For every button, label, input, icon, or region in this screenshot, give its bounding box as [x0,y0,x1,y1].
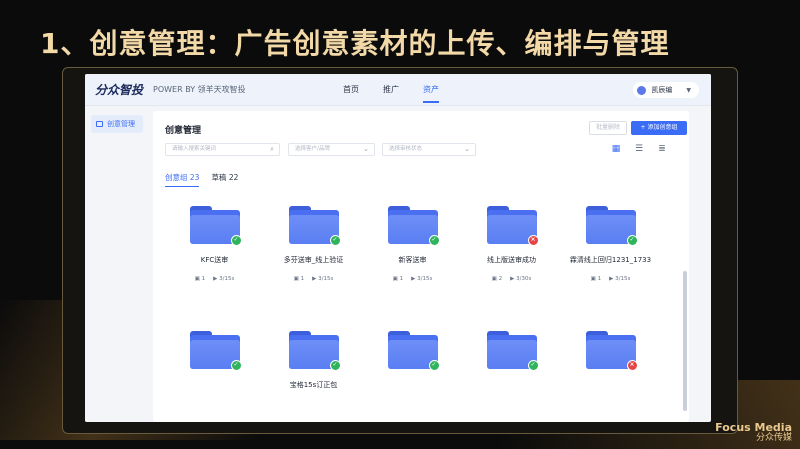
tabs: 创意组 23 草稿 22 [165,172,250,187]
creative-group-card[interactable]: ✓ 霖清线上回归1231_1733 ▣ 1 ▶ 3/15s [561,206,660,282]
folder-icon [96,121,103,127]
scrollbar[interactable] [683,271,687,411]
add-creative-group-button[interactable]: + 添加创意组 [631,121,687,135]
nav-item-promotion[interactable]: 推广 [383,74,399,106]
folder-icon: ✓ [189,206,242,246]
slide-title: 1、创意管理：广告创意素材的上传、编排与管理 [40,27,670,60]
tab-creative-groups[interactable]: 创意组 23 [165,172,200,187]
card-meta: ▣ 1 ▶ 3/15s [363,276,462,282]
chevron-down-icon: ▼ [686,86,691,94]
folder-icon: × [585,331,638,371]
view-switcher: ▦ ☰ ≣ [610,145,668,154]
card-meta: ▣ 2 ▶ 3/30s [462,276,561,282]
user-menu[interactable]: 凯辰编 ▼ [633,82,699,98]
nav-item-home[interactable]: 首页 [343,74,359,106]
grid-view-icon[interactable]: ▦ [610,145,622,154]
creative-group-card[interactable]: ✓ KFC送审 ▣ 1 ▶ 3/15s [165,206,264,282]
chevron-down-icon: ⌄ [464,145,470,153]
card-name: KFC送审 [200,256,229,264]
image-count: ▣ 1 [194,276,206,282]
creative-group-card[interactable]: ✓ 多芬送审_线上验证 ▣ 1 ▶ 3/15s [264,206,363,282]
approved-check-icon: ✓ [626,235,638,246]
batch-delete-button[interactable]: 批量删除 [589,121,627,135]
account-select-placeholder: 选择客户/品牌 [295,146,330,152]
approved-check-icon: ✓ [428,360,440,371]
rejected-x-icon: × [626,360,638,371]
status-select[interactable]: 选择审核状态 ⌄ [382,143,476,156]
folder-icon: ✓ [189,331,242,371]
rejected-x-icon: × [527,235,539,246]
folder-icon: ✓ [387,206,440,246]
creative-group-card[interactable]: ✓ [363,331,462,380]
brand-watermark: Focus Media 分众传媒 [715,422,792,443]
folder-icon: ✓ [585,206,638,246]
card-name: 多芬送审_线上验证 [283,256,344,264]
card-meta: ▣ 1 ▶ 3/15s [165,276,264,282]
creative-group-card[interactable]: ✓ [165,331,264,380]
folder-icon: ✓ [486,331,539,371]
chevron-down-icon: ⌄ [363,145,369,153]
sidebar: 创意管理 [85,106,149,422]
video-count: ▶ 3/15s [609,276,631,282]
brand-logo-text: Focus Media [715,421,792,434]
approved-check-icon: ✓ [230,235,242,246]
card-meta: ▣ 1 ▶ 3/15s [264,276,363,282]
folder-icon: × [486,206,539,246]
folder-icon: ✓ [288,206,341,246]
approved-check-icon: ✓ [230,360,242,371]
image-count: ▣ 2 [491,276,503,282]
video-count: ▶ 3/30s [510,276,532,282]
user-name: 凯辰编 [651,86,673,94]
tab-drafts[interactable]: 草稿 22 [211,172,238,187]
creative-group-card[interactable]: × [561,331,660,380]
video-count: ▶ 3/15s [411,276,433,282]
card-name: 霖清线上回归1231_1733 [569,256,652,264]
image-count: ▣ 1 [293,276,305,282]
image-count: ▣ 1 [392,276,404,282]
status-select-placeholder: 选择审核状态 [389,146,423,152]
approved-check-icon: ✓ [329,235,341,246]
top-bar: 分众智投 POWER BY 领羊天攻智投 首页 推广 资产 凯辰编 ▼ [85,74,711,106]
image-count: ▣ 1 [590,276,602,282]
folder-icon: ✓ [288,331,341,371]
folder-icon: ✓ [387,331,440,371]
account-select[interactable]: 选择客户/品牌 ⌄ [288,143,375,156]
card-name: 新客送审 [398,256,427,264]
video-count: ▶ 3/15s [312,276,334,282]
approved-check-icon: ✓ [329,360,341,371]
approved-check-icon: ✓ [527,360,539,371]
search-input[interactable]: 请输入搜索关键词 ⌕ [165,143,280,156]
card-meta: ▣ 1 ▶ 3/15s [561,276,660,282]
app-window: 分众智投 POWER BY 领羊天攻智投 首页 推广 资产 凯辰编 ▼ 创意管理… [85,74,711,422]
creative-group-card[interactable]: ✓ 新客送审 ▣ 1 ▶ 3/15s [363,206,462,282]
search-icon: ⌕ [270,145,274,153]
nav-item-assets[interactable]: 资产 [423,74,439,106]
detail-list-icon[interactable]: ≣ [656,145,668,154]
creative-group-card[interactable]: ✓ 宝格15s订正包 [264,331,363,390]
list-view-icon[interactable]: ☰ [633,145,645,154]
powered-by-text: POWER BY 领羊天攻智投 [153,85,246,94]
sidebar-item-label: 创意管理 [107,120,135,128]
creative-group-card[interactable]: × 线上版送审成功 ▣ 2 ▶ 3/30s [462,206,561,282]
page-title: 创意管理 [165,126,202,136]
brand-logo-subtext: 分众传媒 [755,433,792,443]
avatar [637,85,647,95]
card-name: 宝格15s订正包 [289,381,338,389]
video-count: ▶ 3/15s [213,276,235,282]
main-panel: 创意管理 批量删除 + 添加创意组 请输入搜索关键词 ⌕ 选择客户/品牌 ⌄ 选… [153,111,689,422]
creative-group-card[interactable]: ✓ [462,331,561,380]
approved-check-icon: ✓ [428,235,440,246]
sidebar-item-creative-management[interactable]: 创意管理 [91,115,143,133]
card-name: 线上版送审成功 [487,256,536,264]
search-placeholder: 请输入搜索关键词 [172,146,217,152]
app-logo[interactable]: 分众智投 [95,81,143,98]
top-nav: 首页 推广 资产 [343,74,463,106]
